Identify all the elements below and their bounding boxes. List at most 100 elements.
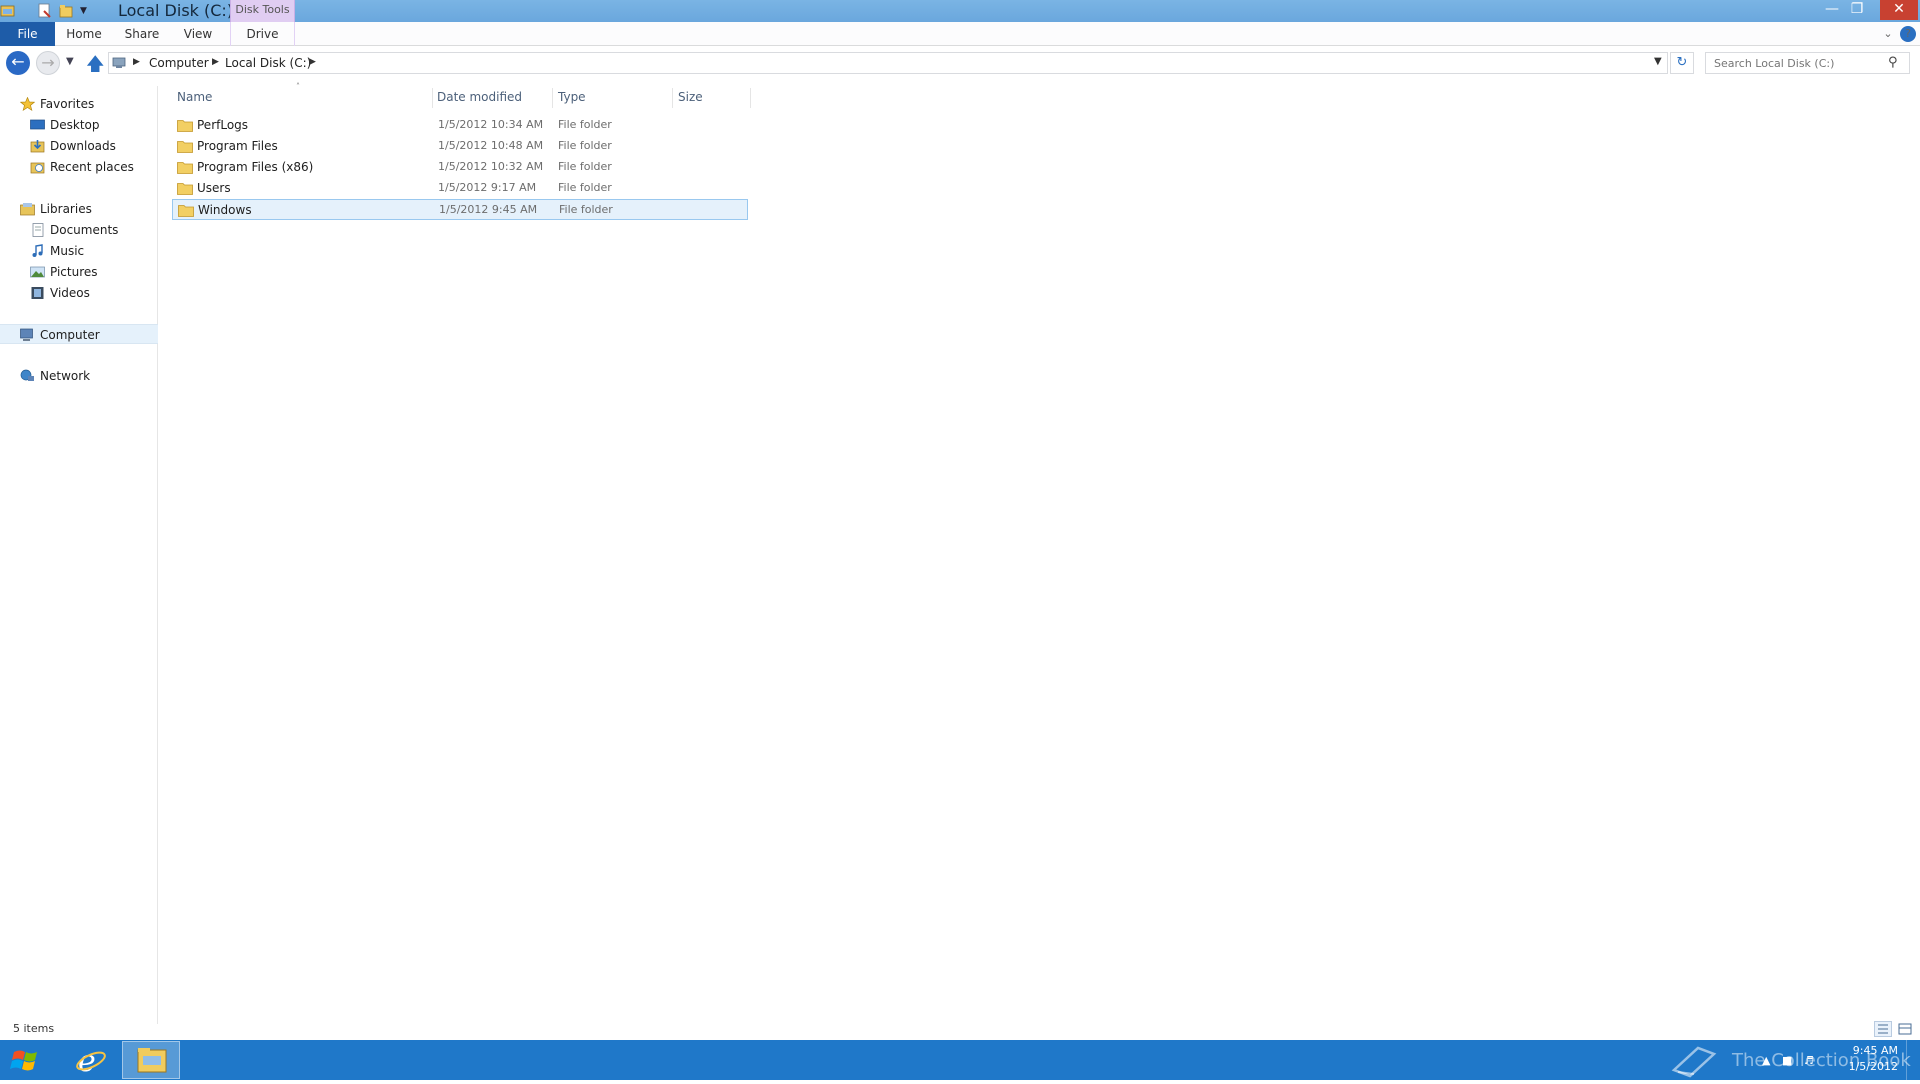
navigation-bar: ← → ▼ 🡅 ▶ Computer ▶ Local Disk (C:) ▶ ▼… [0, 48, 1920, 78]
nav-label: Pictures [50, 265, 98, 279]
breadcrumb-separator[interactable]: ▶ [309, 57, 316, 67]
details-view-button[interactable] [1874, 1021, 1892, 1037]
tab-file[interactable]: File [0, 22, 55, 46]
file-row[interactable]: PerfLogs 1/5/2012 10:34 AM File folder [172, 115, 748, 136]
nav-label: Recent places [50, 160, 134, 174]
file-name: Program Files [197, 139, 278, 153]
nav-desktop[interactable]: Desktop [0, 115, 158, 135]
file-name: Users [197, 181, 231, 195]
desktop-icon [30, 118, 45, 132]
taskbar-file-explorer[interactable] [122, 1041, 180, 1079]
window-title: Local Disk (C:) [118, 1, 234, 20]
nav-videos[interactable]: Videos [0, 283, 158, 303]
nav-documents[interactable]: Documents [0, 220, 158, 240]
nav-recent-places[interactable]: Recent places [0, 157, 158, 177]
forward-button[interactable]: → [36, 51, 60, 75]
qat-dropdown-icon[interactable]: ▼ [80, 3, 96, 19]
status-bar: 5 items [0, 1018, 1920, 1040]
nav-computer[interactable]: Computer [0, 324, 158, 344]
forward-arrow-icon: → [41, 53, 55, 72]
book-logo-icon [1668, 1044, 1720, 1082]
properties-icon[interactable] [36, 3, 52, 19]
file-type: File folder [559, 203, 613, 216]
recent-locations-dropdown[interactable]: ▼ [66, 56, 74, 67]
large-icons-view-button[interactable] [1896, 1021, 1914, 1037]
file-date-modified: 1/5/2012 10:32 AM [438, 160, 544, 173]
minimize-button[interactable]: — [1820, 0, 1844, 20]
back-button[interactable]: ← [6, 51, 30, 75]
nav-libraries[interactable]: Libraries [0, 199, 158, 219]
network-tray-icon[interactable]: ■ [1782, 1054, 1792, 1067]
column-divider[interactable] [750, 88, 751, 108]
address-bar[interactable]: ▶ Computer ▶ Local Disk (C:) ▶ ▼ [108, 52, 1668, 74]
column-header-date-modified[interactable]: Date modified [437, 86, 522, 108]
title-bar: ▼ Local Disk (C:) Disk Tools — ❐ ✕ [0, 0, 1920, 22]
tab-share[interactable]: Share [122, 22, 162, 46]
folder-icon [177, 160, 193, 174]
clock[interactable]: 9:45 AM 1/5/2012 [1846, 1043, 1898, 1075]
documents-icon [30, 223, 45, 237]
file-row[interactable]: Users 1/5/2012 9:17 AM File folder [172, 178, 748, 199]
file-name: Program Files (x86) [197, 160, 314, 174]
star-icon [19, 96, 36, 111]
breadcrumb-separator[interactable]: ▶ [212, 57, 219, 67]
folder-icon [177, 118, 193, 132]
pictures-icon [30, 265, 45, 279]
refresh-icon: ↻ [1676, 55, 1688, 70]
nav-label: Computer [40, 328, 100, 342]
column-header-size[interactable]: Size [678, 86, 703, 108]
nav-favorites[interactable]: Favorites [0, 94, 158, 114]
show-hidden-icons[interactable]: ▲ [1762, 1054, 1770, 1067]
nav-music[interactable]: Music [0, 241, 158, 261]
expand-ribbon-icon[interactable]: ⌄ [1880, 26, 1896, 42]
file-row-selected[interactable]: Windows 1/5/2012 9:45 AM File folder [172, 199, 748, 220]
tab-drive[interactable]: Drive [230, 22, 295, 46]
breadcrumb-local-disk[interactable]: Local Disk (C:) [225, 56, 311, 70]
column-header-name[interactable]: Name [177, 86, 212, 108]
file-name: Windows [198, 203, 252, 217]
up-button[interactable]: 🡅 [86, 52, 105, 82]
nav-label: Favorites [40, 97, 95, 111]
folder-icon [178, 203, 194, 217]
refresh-button[interactable]: ↻ [1670, 52, 1694, 74]
network-icon [20, 369, 35, 383]
tab-home[interactable]: Home [62, 22, 106, 46]
item-count: 5 items [13, 1022, 55, 1035]
breadcrumb-separator[interactable]: ▶ [133, 57, 140, 67]
nav-label: Music [50, 244, 85, 258]
column-divider[interactable] [672, 88, 673, 108]
back-arrow-icon: ← [11, 52, 25, 71]
new-folder-icon[interactable] [58, 3, 74, 19]
file-list: ˄ Name Date modified Type Size PerfLogs … [172, 82, 1912, 1024]
tab-view[interactable]: View [178, 22, 218, 46]
search-icon[interactable]: ⚲ [1888, 55, 1898, 70]
taskbar-internet-explorer[interactable]: e [70, 1041, 110, 1079]
column-header-type[interactable]: Type [558, 86, 586, 108]
file-row[interactable]: Program Files 1/5/2012 10:48 AM File fol… [172, 136, 748, 157]
search-input[interactable] [1706, 53, 1886, 73]
quick-access-toolbar: ▼ [0, 2, 102, 20]
search-box[interactable]: ⚲ [1705, 52, 1910, 74]
file-row[interactable]: Program Files (x86) 1/5/2012 10:32 AM Fi… [172, 157, 748, 178]
start-button[interactable] [0, 1040, 52, 1080]
volume-icon[interactable]: ♬ [1804, 1054, 1814, 1067]
nav-downloads[interactable]: Downloads [0, 136, 158, 156]
recent-places-icon [30, 160, 45, 174]
show-desktop-button[interactable] [1906, 1040, 1920, 1080]
nav-label: Documents [50, 223, 119, 237]
nav-network[interactable]: Network [0, 366, 158, 386]
explorer-icon[interactable] [0, 3, 16, 19]
nav-pictures[interactable]: Pictures [0, 262, 158, 282]
file-type: File folder [558, 160, 612, 173]
up-arrow-icon: 🡅 [86, 54, 105, 75]
ribbon-tabs: File Home Share View Drive ⌄ ? [0, 22, 1920, 46]
help-icon[interactable]: ? [1900, 26, 1916, 42]
column-divider[interactable] [552, 88, 553, 108]
column-divider[interactable] [432, 88, 433, 108]
close-button[interactable]: ✕ [1880, 0, 1918, 20]
file-date-modified: 1/5/2012 10:48 AM [438, 139, 544, 152]
restore-button[interactable]: ❐ [1845, 0, 1869, 20]
breadcrumb-computer[interactable]: Computer [149, 56, 209, 70]
folder-icon [177, 181, 193, 195]
address-history-dropdown[interactable]: ▼ [1654, 56, 1662, 67]
